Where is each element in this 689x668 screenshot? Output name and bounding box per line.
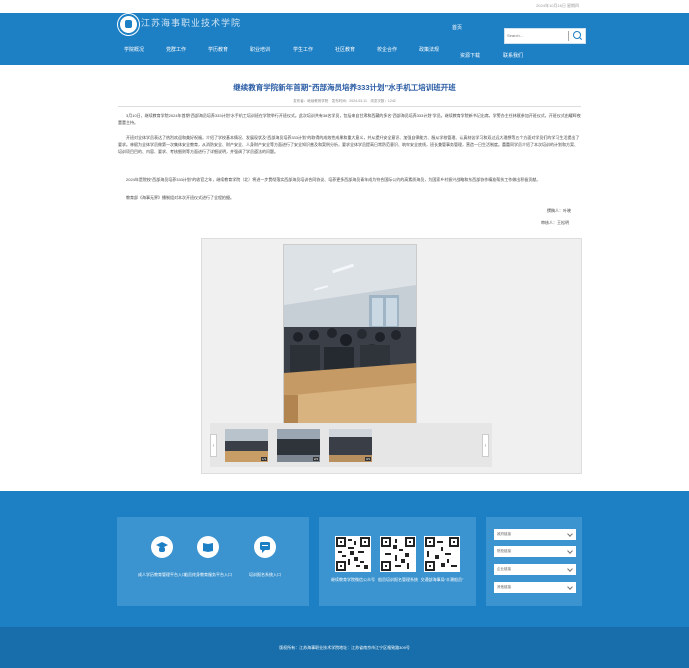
search-box — [504, 28, 586, 44]
nav-item[interactable]: 社区教育 — [335, 46, 355, 53]
copyright-text: 版权所有：江苏海事职业技术学院地址：江苏省南京市江宁区格致路309号 — [279, 645, 410, 650]
thumbnail[interactable]: 1/3 — [225, 429, 268, 462]
top-bar: 2024年10月16日 星期四 — [0, 0, 689, 13]
platform-links-panel — [117, 517, 309, 606]
nav-item[interactable]: 学院概况 — [124, 46, 144, 53]
search-icon[interactable] — [573, 31, 581, 39]
seafarer-platform-link[interactable]: 船员终身教育服务平台入口 — [183, 572, 233, 578]
nav-item[interactable]: 政策法规 — [419, 46, 439, 53]
chevron-down-icon — [567, 584, 573, 590]
next-photo-button[interactable]: › — [482, 434, 489, 457]
article-reviewer: 审核人：王松明 — [541, 220, 569, 225]
qr-label-wechat: 继续教育学院微信公众号 — [331, 577, 375, 582]
graduate-icon[interactable] — [151, 536, 173, 558]
chevron-down-icon — [567, 548, 573, 554]
article-paragraph: 教育部《海事无界》播制组对本次开班仪式进行了全程拍摄。 — [126, 195, 234, 200]
nav-item[interactable]: 校企合作 — [377, 46, 397, 53]
training-signup-link[interactable]: 培训报名系统入口 — [240, 572, 290, 578]
nav-item[interactable]: 资源下载 — [460, 52, 480, 59]
adult-edu-platform-link[interactable]: 成人学历教育管理平台入口 — [137, 572, 187, 578]
nav-item[interactable]: 联系我们 — [503, 52, 523, 59]
main-photo[interactable] — [283, 244, 417, 424]
select-gov-links[interactable]: 政府链接 — [494, 529, 576, 540]
nav-item[interactable]: 学生工作 — [293, 46, 313, 53]
thumb-index: 2/3 — [312, 457, 319, 461]
chevron-down-icon — [567, 566, 573, 572]
nav-item[interactable]: 党群工作 — [166, 46, 186, 53]
select-other-links[interactable]: 其他链接 — [494, 582, 576, 593]
article-paragraph: 开班对全体学员表达了热烈欢迎和美好祝福，介绍了学校基本情况、发展现状及“西部海员… — [118, 135, 580, 154]
thumbnail[interactable]: 3/3 — [329, 429, 372, 462]
qr-label-msa: 交通部海事局“丰潮船员” — [420, 577, 464, 582]
select-company-links[interactable]: 企业链接 — [494, 564, 576, 575]
nav-item[interactable]: 职业培训 — [250, 46, 270, 53]
date-text: 2024年10月16日 星期四 — [536, 3, 579, 8]
qr-code-msa — [424, 536, 460, 572]
nav-item[interactable]: 学历教育 — [208, 46, 228, 53]
thumb-index: 3/3 — [364, 457, 371, 461]
book-icon[interactable] — [197, 536, 219, 558]
qr-code-wechat — [335, 536, 371, 572]
qr-label-signup: 船员培训报名管理系统 — [378, 577, 418, 582]
thumbnail[interactable]: 2/3 — [277, 429, 320, 462]
article-paragraph: 2024年是院校“西部海员培养333计划”的收官之年，继续教育学院（北）将进一步… — [126, 177, 541, 182]
message-icon[interactable] — [254, 536, 276, 558]
search-separator — [568, 31, 569, 41]
search-input[interactable] — [507, 30, 565, 40]
article-paragraph: 3月10日，继续教育学院2024年首期“西部海员培养333计划”水手机工培训班在… — [118, 113, 581, 125]
nav-home[interactable]: 首页 — [452, 24, 462, 31]
article-title: 继续教育学院新年首期“西部海员培养333计划”水手机工培训班开班 — [233, 83, 456, 92]
school-logo[interactable] — [118, 14, 139, 35]
thumb-index: 1/3 — [260, 457, 267, 461]
select-school-links[interactable]: 院校链接 — [494, 546, 576, 557]
title-divider — [118, 106, 581, 107]
prev-photo-button[interactable]: ‹ — [210, 434, 217, 457]
article-author: 撰稿人：叶晓 — [547, 208, 571, 213]
chevron-down-icon — [567, 531, 573, 537]
school-name: 江苏海事职业技术学院 — [141, 18, 242, 28]
article-meta: 发布者：继续教育学院 发布时间：2024-03-11 浏览次数：1242 — [293, 99, 396, 103]
qr-code-signup — [380, 536, 416, 572]
